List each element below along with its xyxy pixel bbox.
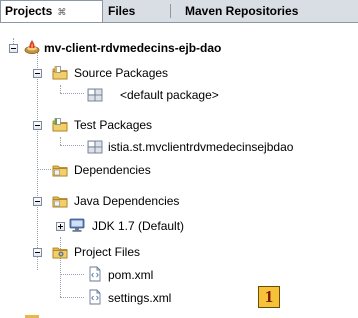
tab-projects[interactable]: Projects ⌘ — [0, 0, 103, 22]
tree-node-settings-xml[interactable]: settings.xml — [0, 288, 358, 308]
tree-node-test-packages[interactable]: Test Packages — [0, 115, 358, 135]
java-dependencies-label: Java Dependencies — [74, 194, 180, 208]
tab-projects-label: Projects — [5, 4, 53, 18]
tree-node-java-dependencies[interactable]: Java Dependencies — [0, 191, 358, 211]
dependencies-folder-icon — [52, 165, 68, 177]
source-packages-icon — [52, 66, 68, 80]
test-packages-icon — [52, 118, 68, 132]
collapse-toggle[interactable] — [33, 69, 42, 78]
project-files-label: Project Files — [74, 245, 141, 259]
tree-node-project-files[interactable]: Project Files — [0, 242, 358, 262]
partial-node-icon — [25, 315, 39, 318]
tree-node-dependencies[interactable]: Dependencies — [0, 160, 358, 180]
dependencies-label: Dependencies — [74, 163, 151, 177]
jdk-label: JDK 1.7 (Default) — [92, 219, 185, 233]
package-icon — [87, 140, 103, 154]
collapse-toggle[interactable] — [33, 248, 42, 257]
pom-xml-label: pom.xml — [108, 268, 154, 282]
default-package-label: <default package> — [120, 88, 219, 102]
project-files-icon — [52, 247, 68, 259]
tab-maven-repositories[interactable]: Maven Repositories — [176, 1, 358, 21]
settings-xml-label: settings.xml — [108, 291, 172, 305]
test-package-item-label: istia.st.mvclientrdvmedecinsejbdao — [108, 140, 294, 154]
java-dependencies-icon — [52, 196, 68, 208]
collapse-toggle[interactable] — [9, 44, 18, 53]
tree-node-source-packages[interactable]: Source Packages — [0, 63, 358, 83]
xml-file-icon — [89, 266, 101, 282]
tab-files-label: Files — [108, 4, 136, 18]
tab-files[interactable]: Files — [104, 1, 170, 21]
collapse-toggle[interactable] — [33, 197, 42, 206]
tree-node-default-package[interactable]: <default package> — [0, 85, 358, 105]
xml-file-icon — [89, 289, 101, 305]
package-icon — [87, 88, 103, 102]
tab-separator — [170, 4, 171, 18]
tab-maven-repositories-label: Maven Repositories — [185, 4, 299, 18]
project-label: mv-client-rdvmedecins-ejb-dao — [44, 41, 222, 55]
tree-node-test-package-item[interactable]: istia.st.mvclientrdvmedecinsejbdao — [0, 137, 358, 157]
project-tree: mv-client-rdvmedecins-ejb-dao Source Pac… — [0, 22, 358, 318]
callout-badge: 1 — [258, 286, 280, 308]
tab-bar: Projects ⌘ Files Maven Repositories — [0, 0, 358, 23]
tab-close-icon[interactable]: ⌘ — [57, 7, 66, 17]
collapse-toggle[interactable] — [33, 121, 42, 130]
maven-project-icon — [24, 40, 40, 54]
expand-toggle[interactable] — [56, 222, 65, 231]
source-packages-label: Source Packages — [74, 66, 169, 80]
jdk-library-icon — [69, 218, 85, 232]
test-packages-label: Test Packages — [74, 118, 153, 132]
tree-node-project[interactable]: mv-client-rdvmedecins-ejb-dao — [0, 38, 358, 58]
tree-node-jdk[interactable]: JDK 1.7 (Default) — [0, 216, 358, 236]
tree-node-pom-xml[interactable]: pom.xml — [0, 265, 358, 285]
